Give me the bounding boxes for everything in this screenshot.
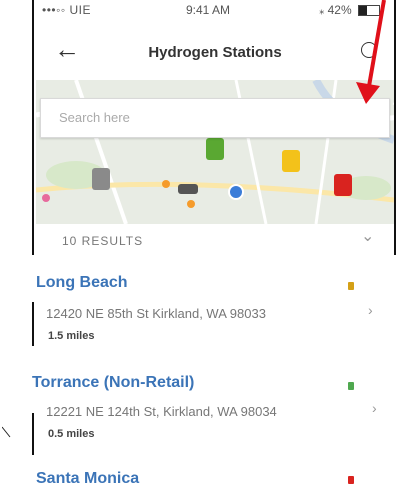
bracket-tick-marks (2, 426, 11, 438)
search-input[interactable] (41, 99, 379, 135)
map-pin-yellow[interactable] (282, 150, 300, 172)
carrier-signal: •••◦◦ UIE (42, 3, 91, 17)
results-header[interactable]: 10 RESULTS ⌄ (36, 224, 394, 254)
station-name: Santa Monica (36, 470, 140, 487)
battery-percent: 42% (327, 3, 352, 17)
battery-icon (358, 5, 380, 17)
results-count: 10 RESULTS (62, 234, 144, 248)
chevron-right-icon[interactable]: › (372, 400, 377, 416)
frame-border-left (32, 0, 34, 255)
station-address: 12221 NE 124th St, Kirkland, WA 98034 (46, 404, 277, 419)
info-icon[interactable] (361, 42, 377, 58)
station-status-icon (348, 476, 354, 484)
status-time: 9:41 AM (186, 3, 231, 17)
list-item[interactable]: Torrance (Non-Retail) 12221 NE 124th St,… (32, 372, 394, 452)
station-status-icon (348, 382, 354, 390)
map-pin-green[interactable] (206, 138, 224, 160)
station-name: Torrance (Non-Retail) (32, 374, 195, 391)
list-item[interactable]: Santa Monica (36, 460, 394, 488)
map-pin-dark[interactable] (178, 184, 198, 194)
list-item[interactable]: Long Beach 12420 NE 85th St Kirkland, WA… (36, 262, 394, 344)
battery-indicator: ⁎ 42% (319, 3, 380, 17)
page-title: Hydrogen Stations (148, 44, 282, 61)
station-distance: 0.5 miles (48, 428, 95, 440)
search-bar (40, 98, 390, 138)
frame-border-right (394, 0, 396, 255)
app-header: ← Hydrogen Stations (36, 34, 394, 78)
bluetooth-icon: ⁎ (319, 6, 325, 17)
user-location-dot (228, 184, 244, 200)
chevron-down-icon[interactable]: ⌄ (361, 226, 374, 246)
station-address: 12420 NE 85th St Kirkland, WA 98033 (46, 306, 266, 321)
map-pin-red[interactable] (334, 174, 352, 196)
station-name: Long Beach (36, 274, 128, 291)
status-bar: •••◦◦ UIE 9:41 AM ⁎ 42% (36, 0, 394, 22)
station-distance: 1.5 miles (48, 330, 95, 342)
frame-bracket (32, 302, 34, 346)
station-status-icon (348, 282, 354, 290)
frame-bracket (32, 413, 34, 455)
chevron-right-icon[interactable]: › (368, 302, 373, 318)
map-pin-gray[interactable] (92, 168, 110, 190)
